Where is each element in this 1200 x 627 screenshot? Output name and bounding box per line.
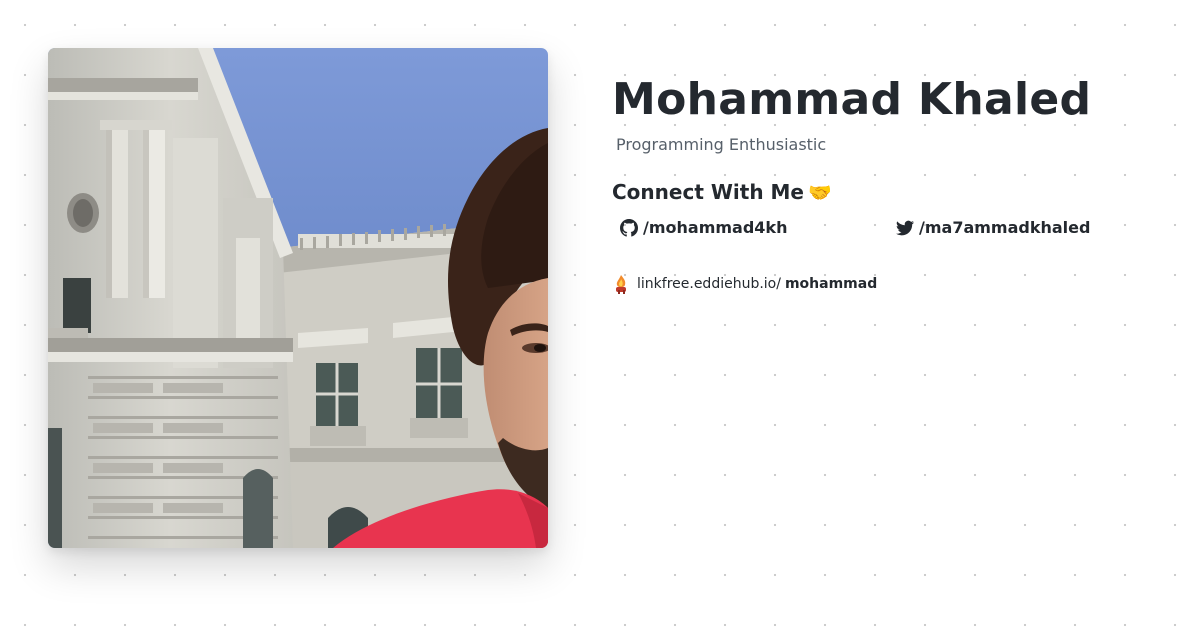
connect-heading: Connect With Me 🤝 (612, 180, 1172, 204)
twitter-icon (896, 220, 914, 235)
profile-info: Mohammad Khaled Programming Enthusiastic… (612, 72, 1172, 294)
profile-photo (48, 48, 548, 548)
profile-name: Mohammad Khaled (612, 74, 1092, 125)
github-handle: /mohammad4kh (643, 218, 788, 237)
twitter-handle: /ma7ammadkhaled (919, 218, 1091, 237)
linkfree-username: mohammad (784, 276, 878, 292)
linkfree-logo-icon (616, 275, 626, 294)
twitter-link[interactable]: /ma7ammadkhaled (896, 218, 1090, 237)
github-link[interactable]: /mohammad4kh (620, 218, 787, 237)
linkfree-domain: linkfree.eddiehub.io/ (637, 276, 781, 292)
profile-tagline: Programming Enthusiastic (616, 135, 827, 154)
github-icon (620, 218, 638, 237)
handshake-emoji: 🤝 (807, 182, 832, 204)
linkfree-link[interactable]: linkfree.eddiehub.io/mohammad (612, 274, 1172, 294)
connect-heading-text: Connect With Me (612, 180, 804, 204)
social-links: /mohammad4kh /ma7ammadkhaled (612, 218, 1172, 242)
